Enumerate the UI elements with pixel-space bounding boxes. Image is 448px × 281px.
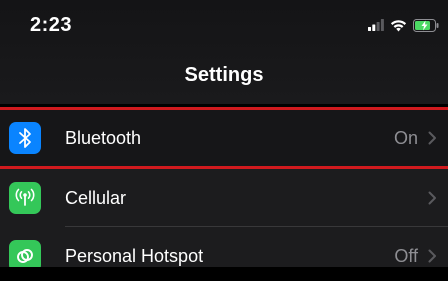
wifi-icon — [390, 19, 407, 32]
settings-row-bluetooth[interactable]: Bluetooth On — [0, 107, 448, 169]
cellular-label: Cellular — [65, 188, 127, 208]
chevron-right-icon — [428, 191, 437, 205]
bluetooth-value: On — [393, 128, 418, 148]
bluetooth-icon — [9, 122, 41, 154]
cellular-signal-icon — [368, 19, 384, 31]
chevron-right-icon — [428, 249, 437, 263]
settings-list: Bluetooth On Cellular Personal Hotspot O… — [0, 107, 448, 281]
battery-charging-icon — [413, 18, 440, 32]
status-bar: 2:23 — [0, 0, 448, 50]
status-icons — [368, 17, 440, 33]
bottom-background — [0, 267, 448, 281]
bluetooth-label: Bluetooth — [65, 128, 142, 148]
status-time: 2:23 — [30, 14, 73, 36]
settings-row-cellular[interactable]: Cellular — [0, 169, 448, 227]
cellular-antenna-icon — [9, 182, 41, 214]
chevron-right-icon — [428, 131, 437, 145]
header-area: 2:23 Settings — [0, 0, 448, 104]
page-title: Settings — [184, 64, 264, 86]
settings-screen: 2:23 Settings Bluetooth On Cellular Pers… — [0, 0, 448, 281]
